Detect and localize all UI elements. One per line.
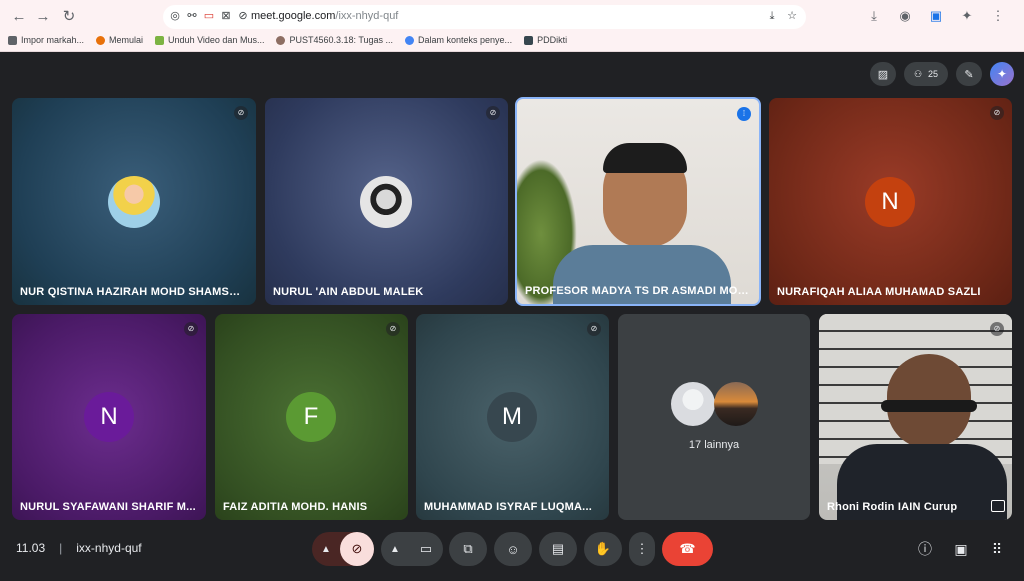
avatar: F: [286, 392, 336, 442]
camera-control: ▲ ▭: [381, 532, 443, 566]
bookmarks-bar: Impor markah... Memulai Unduh Video dan …: [8, 35, 567, 45]
chat-icon[interactable]: ▣: [952, 540, 970, 558]
meeting-time: 11.03: [16, 541, 46, 555]
profile-icon[interactable]: ◉: [897, 8, 913, 24]
activities-icon[interactable]: ⠿: [988, 540, 1006, 558]
bookmark-item[interactable]: PDDikti: [524, 35, 567, 45]
forward-icon[interactable]: →: [34, 8, 52, 26]
mic-off-icon: ⊘: [486, 106, 500, 120]
pip-icon[interactable]: [991, 500, 1005, 512]
participant-tile[interactable]: ⊘ NUR QISTINA HAZIRAH MOHD SHAMSU...: [12, 98, 256, 305]
emoji-button[interactable]: ☺: [494, 532, 532, 566]
emoji-icon: ☺: [506, 541, 520, 557]
downloads-icon[interactable]: ⤓: [866, 8, 882, 24]
more-vert-icon: ⋮: [635, 541, 649, 556]
pen-icon[interactable]: ✎: [956, 62, 982, 86]
chevron-up-icon[interactable]: ▲: [381, 544, 409, 555]
participant-name: PROFESOR MADYA TS DR ASMADI MOH...: [525, 285, 753, 297]
separator: |: [59, 541, 63, 555]
captions-button[interactable]: ▤: [539, 532, 577, 566]
mic-off-icon: ⊘: [990, 106, 1004, 120]
participant-tile[interactable]: ⊘ Rhoni Rodin IAIN Curup: [819, 314, 1012, 520]
present-screen-icon: ⧉: [463, 541, 473, 556]
captions-icon: ▤: [551, 541, 565, 556]
avatar: [360, 176, 412, 228]
avatar: [671, 382, 715, 426]
camera-off-icon[interactable]: ⊠: [220, 9, 232, 23]
avatar: N: [865, 177, 915, 227]
bookmark-item[interactable]: Unduh Video dan Mus...: [155, 35, 264, 45]
install-app-icon[interactable]: ⤓: [766, 9, 778, 23]
glasses: [881, 400, 977, 412]
bookmark-star-icon[interactable]: ☆: [786, 9, 798, 23]
bookmark-item[interactable]: Memulai: [96, 35, 143, 45]
avatar: N: [84, 392, 134, 442]
meeting-top-actions: ▨ ⚇ 25 ✎ ✦: [870, 62, 1014, 86]
puzzle-icon[interactable]: ✦: [959, 8, 975, 24]
participants-button[interactable]: ⚇ 25: [904, 62, 948, 86]
bookmark-item[interactable]: Dalam konteks penye...: [405, 35, 512, 45]
mic-off-icon: ⊘: [351, 541, 363, 556]
reload-icon[interactable]: ↻: [60, 8, 78, 26]
mic-blocked-icon[interactable]: ⊘: [237, 9, 249, 23]
mic-control: ▲ ⊘: [312, 532, 374, 566]
chrome-menu-icon[interactable]: ⋮: [990, 8, 1006, 24]
call-end-icon: ☎: [679, 541, 696, 556]
participant-tile[interactable]: ⊘ NURUL 'AIN ABDUL MALEK: [265, 98, 508, 305]
extension-icon[interactable]: ▣: [928, 8, 944, 24]
people-icon: ⚇: [913, 68, 923, 79]
mic-off-icon: ⊘: [990, 322, 1004, 336]
others-tile[interactable]: 17 lainnya: [618, 314, 810, 520]
chevron-up-icon[interactable]: ▲: [312, 544, 340, 555]
permissions-icon[interactable]: ⚯: [186, 9, 198, 23]
mic-off-icon: ⊘: [184, 322, 198, 336]
side-panel-controls: ⓘ ▣ ⠿: [916, 540, 1006, 558]
avatar: [714, 382, 758, 426]
participant-name: Rhoni Rodin IAIN Curup: [827, 501, 958, 513]
url-text[interactable]: meet.google.com/ixx-nhyd-quf: [251, 10, 398, 22]
captions-off-icon[interactable]: ▨: [870, 62, 896, 86]
participant-tile[interactable]: N ⊘ NURAFIQAH ALIAA MUHAMAD SAZLI: [769, 98, 1012, 305]
others-count-label: 17 lainnya: [688, 439, 740, 451]
participant-name: NUR QISTINA HAZIRAH MOHD SHAMSU...: [20, 286, 246, 298]
mic-off-icon: ⊘: [587, 322, 601, 336]
mic-off-button[interactable]: ⊘: [340, 532, 374, 566]
meeting-code: ixx-nhyd-quf: [76, 541, 142, 555]
participant-name: NURUL 'AIN ABDUL MALEK: [273, 286, 424, 298]
leave-call-button[interactable]: ☎: [662, 532, 713, 566]
participant-tile[interactable]: M ⊘ MUHAMMAD ISYRAF LUQMA...: [416, 314, 609, 520]
bookmark-item[interactable]: PUST4560.3.18: Tugas ...: [276, 35, 393, 45]
participant-tile[interactable]: F ⊘ FAIZ ADITIA MOHD. HANIS: [215, 314, 408, 520]
browser-chrome: ← → ↻ ◎ ⚯ ▭ ⊠ ⊘ meet.google.com/ixx-nhyd…: [0, 0, 1024, 52]
avatar: M: [487, 392, 537, 442]
more-options-button[interactable]: ⋮: [629, 532, 655, 566]
meeting-info: 11.03 | ixx-nhyd-quf: [16, 541, 142, 555]
info-icon[interactable]: ⓘ: [916, 540, 934, 558]
camera-icon[interactable]: ▭: [203, 9, 215, 23]
speaking-indicator-icon: ⁞: [737, 107, 751, 121]
participant-name: NURUL SYAFAWANI SHARIF M...: [20, 501, 196, 513]
participant-tile[interactable]: N ⊘ NURUL SYAFAWANI SHARIF M...: [12, 314, 206, 520]
participant-name: NURAFIQAH ALIAA MUHAMAD SAZLI: [777, 286, 981, 298]
camera-button[interactable]: ▭: [409, 541, 443, 557]
video-camera-icon: ▭: [419, 541, 433, 556]
participant-name: MUHAMMAD ISYRAF LUQMA...: [424, 501, 592, 513]
hand-icon: ✋: [594, 541, 612, 556]
site-info-icon[interactable]: ◎: [169, 9, 181, 23]
mic-off-icon: ⊘: [386, 322, 400, 336]
present-button[interactable]: ⧉: [449, 532, 487, 566]
address-bar[interactable]: ◎ ⚯ ▭ ⊠ ⊘ meet.google.com/ixx-nhyd-quf ⤓…: [163, 5, 806, 29]
raise-hand-button[interactable]: ✋: [584, 532, 622, 566]
gemini-icon[interactable]: ✦: [990, 62, 1014, 86]
speaker-hair: [603, 143, 687, 173]
back-icon[interactable]: ←: [10, 8, 28, 26]
participant-name: FAIZ ADITIA MOHD. HANIS: [223, 501, 368, 513]
bookmark-item[interactable]: Impor markah...: [8, 35, 84, 45]
avatar: [108, 176, 160, 228]
participant-tile-speaking[interactable]: ⁞ PROFESOR MADYA TS DR ASMADI MOH...: [515, 97, 761, 306]
mic-off-icon: ⊘: [234, 106, 248, 120]
participant-count: 25: [928, 69, 939, 79]
